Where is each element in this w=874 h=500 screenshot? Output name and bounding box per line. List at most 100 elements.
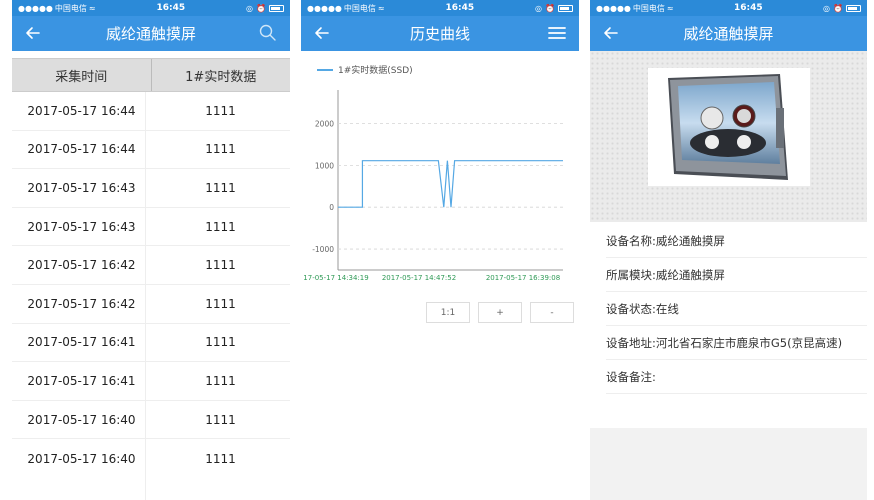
nav-bar: 威纶通触摸屏 xyxy=(12,16,290,51)
carrier-label: 中国电信 xyxy=(54,3,87,13)
carrier-label: 中国电信 xyxy=(343,3,376,13)
table-row[interactable]: 2017-05-17 16:41 1111 xyxy=(12,362,290,401)
nav-bar: 历史曲线 xyxy=(301,16,579,51)
device-module-row: 所属模块: 威纶通触摸屏 xyxy=(606,258,867,292)
data-table: 2017-05-17 16:44 1111 2017-05-17 16:44 111… xyxy=(12,92,290,500)
menu-icon[interactable] xyxy=(547,24,567,42)
field-label: 设备备注: xyxy=(606,369,656,384)
signal-icon: ●●●●● xyxy=(596,3,631,13)
table-row[interactable]: 2017-05-17 16:43 1111 xyxy=(12,169,290,208)
zoom-in-button[interactable]: + xyxy=(478,302,522,323)
alarm-icon: ◎ xyxy=(823,3,831,13)
status-bar: ●●●●● 中国电信 ≈ 16:45 ◎ ⏰ xyxy=(301,0,579,16)
nav-bar: 威纶通触摸屏 xyxy=(590,16,867,51)
clock-icon: ⏰ xyxy=(545,3,555,13)
table-row[interactable]: 2017-05-17 16:42 1111 xyxy=(12,285,290,324)
signal-icon: ●●●●● xyxy=(307,3,342,13)
table-row[interactable]: 2017-05-17 16:40 1111 xyxy=(12,439,290,478)
status-bar: ●●●●● 中国电信 ≈ 16:45 ◎ ⏰ xyxy=(12,0,290,16)
cell-time: 2017-05-17 16:43 xyxy=(27,219,136,234)
cell-value: 1111 xyxy=(205,219,236,234)
device-name-row: 设备名称: 威纶通触摸屏 xyxy=(606,224,867,258)
signal-icon: ●●●●● xyxy=(18,3,53,13)
clock-icon: ⏰ xyxy=(256,3,266,13)
cell-time: 2017-05-17 16:44 xyxy=(27,103,136,118)
series-line xyxy=(338,160,563,208)
search-icon[interactable] xyxy=(258,24,278,42)
bottom-spacer xyxy=(590,428,867,500)
status-bar: ●●●●● 中国电信 ≈ 16:45 ◎ ⏰ xyxy=(590,0,867,16)
battery-icon xyxy=(269,4,284,12)
field-value: 威纶通触摸屏 xyxy=(655,233,725,248)
cell-time: 2017-05-17 16:40 xyxy=(27,412,136,427)
device-photo xyxy=(648,68,810,186)
alarm-icon: ◎ xyxy=(535,3,543,13)
carrier-label: 中国电信 xyxy=(632,3,665,13)
clock-icon: ⏰ xyxy=(833,3,843,13)
table-row[interactable]: 2017-05-17 16:41 1111 xyxy=(12,324,290,363)
table-row[interactable]: 2017-05-17 16:40 1111 xyxy=(12,401,290,440)
cell-value: 1111 xyxy=(205,258,236,273)
device-image-banner xyxy=(590,51,867,222)
field-value: 威纶通触摸屏 xyxy=(655,267,725,282)
wifi-icon: ≈ xyxy=(666,3,674,13)
cell-value: 1111 xyxy=(205,335,236,350)
cell-value: 1111 xyxy=(205,142,236,157)
cell-value: 1111 xyxy=(205,373,236,388)
wifi-icon: ≈ xyxy=(377,3,385,13)
cell-time: 2017-05-17 16:42 xyxy=(27,296,136,311)
battery-icon xyxy=(558,4,573,12)
field-label: 所属模块: xyxy=(606,267,656,282)
column-header-time: 采集时间 xyxy=(12,59,152,91)
cell-time: 2017-05-17 16:41 xyxy=(27,373,136,388)
page-title: 威纶通触摸屏 xyxy=(105,25,196,43)
device-status-row: 设备状态: 在线 xyxy=(606,292,867,326)
battery-icon xyxy=(846,4,861,12)
touch-panel-image xyxy=(668,74,788,180)
legend-swatch xyxy=(317,68,333,71)
back-arrow-icon[interactable] xyxy=(313,24,331,42)
chart-legend: 1#实时数据(SSD) xyxy=(301,51,579,76)
table-row[interactable]: 2017-05-17 16:44 1111 xyxy=(12,131,290,170)
status-time: 16:45 xyxy=(445,3,475,13)
cell-value: 1111 xyxy=(205,296,236,311)
cell-time: 2017-05-17 16:43 xyxy=(27,180,136,195)
cell-time: 2017-05-17 16:41 xyxy=(27,335,136,350)
x-tick-label: 17-05-17 14:34:19 xyxy=(303,274,368,282)
y-tick-label: 1000 xyxy=(315,161,334,170)
column-header-value: 1#实时数据 xyxy=(185,69,257,85)
cell-value: 1111 xyxy=(205,451,236,466)
field-value: 在线 xyxy=(655,301,679,316)
phone-screen-history-chart: ●●●●● 中国电信 ≈ 16:45 ◎ ⏰ 历史曲线 1#实时数据(SSD) 200… xyxy=(301,0,579,500)
field-label: 设备名称: xyxy=(606,233,656,248)
y-tick-label: 2000 xyxy=(315,119,334,128)
cell-time: 2017-05-17 16:44 xyxy=(27,142,136,157)
field-label: 设备地址: xyxy=(606,335,656,350)
cell-time: 2017-05-17 16:40 xyxy=(27,451,136,466)
alarm-icon: ◎ xyxy=(246,3,254,13)
table-row[interactable]: 2017-05-17 16:42 1111 xyxy=(12,246,290,285)
cell-value: 1111 xyxy=(205,103,236,118)
y-tick-label: -1000 xyxy=(312,245,334,254)
page-title: 历史曲线 xyxy=(409,25,470,43)
phone-screen-device-detail: ●●●●● 中国电信 ≈ 16:45 ◎ ⏰ 威纶通触摸屏 设备名称: 威纶通触… xyxy=(590,0,867,500)
x-tick-label: 2017-05-17 14:47:52 xyxy=(382,274,456,282)
back-arrow-icon[interactable] xyxy=(24,24,42,42)
field-value: 河北省石家庄市鹿泉市G5(京昆高速) xyxy=(655,335,843,350)
device-info-list: 设备名称: 威纶通触摸屏 所属模块: 威纶通触摸屏 设备状态: 在线 设备地址: 河北省… xyxy=(590,224,867,394)
zoom-reset-button[interactable]: 1:1 xyxy=(426,302,470,323)
zoom-out-button[interactable]: - xyxy=(530,302,574,323)
table-row[interactable]: 2017-05-17 16:43 1111 xyxy=(12,208,290,247)
cell-time: 2017-05-17 16:42 xyxy=(27,258,136,273)
back-arrow-icon[interactable] xyxy=(602,24,620,42)
column-divider xyxy=(145,92,146,500)
zoom-controls: 1:1 + - xyxy=(426,302,574,323)
legend-label: 1#实时数据(SSD) xyxy=(338,66,413,76)
status-time: 16:45 xyxy=(734,3,763,13)
history-line-chart[interactable]: 2000 1000 0 -1000 17-05-17 14:34:19 2017-05-1… xyxy=(301,86,579,286)
table-row[interactable]: 2017-05-17 16:44 1111 xyxy=(12,92,290,131)
phone-screen-data-table: ●●●●● 中国电信 ≈ 16:45 ◎ ⏰ 威纶通触摸屏 采集时间 1#实时数据 2… xyxy=(12,0,290,500)
wifi-icon: ≈ xyxy=(88,3,96,13)
cell-value: 1111 xyxy=(205,412,236,427)
field-label: 设备状态: xyxy=(606,301,656,316)
